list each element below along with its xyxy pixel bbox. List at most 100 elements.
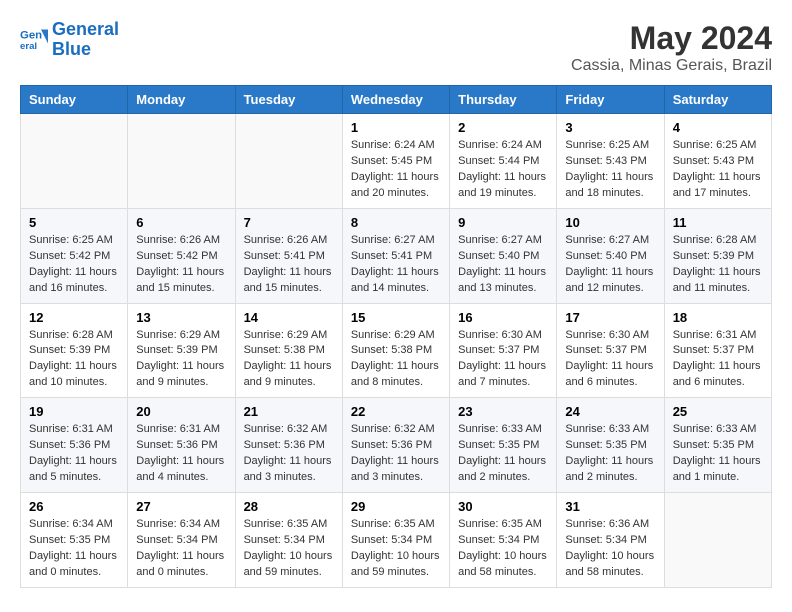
calendar-cell: 14 Sunrise: 6:29 AM Sunset: 5:38 PM Dayli… [235,303,342,398]
day-info: Sunrise: 6:33 AM Sunset: 5:35 PM Dayligh… [458,422,548,486]
day-info: Sunrise: 6:29 AM Sunset: 5:39 PM Dayligh… [136,328,226,392]
day-number: 30 [458,499,548,514]
weekday-header: Wednesday [342,86,449,114]
calendar-cell [21,114,128,209]
calendar-cell: 7 Sunrise: 6:26 AM Sunset: 5:41 PM Daylig… [235,208,342,303]
calendar-cell: 16Sunrise: 6:30 AM Sunset: 5:37 PM Dayli… [450,303,557,398]
calendar-cell: 31Sunrise: 6:36 AM Sunset: 5:34 PM Dayli… [557,493,664,588]
day-number: 1 [351,120,441,135]
page-header: Gen eral GeneralBlue May 2024 Cassia, Mi… [20,20,772,75]
day-info: Sunrise: 6:35 AM Sunset: 5:34 PM Dayligh… [351,517,441,581]
calendar-cell: 5 Sunrise: 6:25 AM Sunset: 5:42 PM Daylig… [21,208,128,303]
calendar-cell: 30 Sunrise: 6:35 AM Sunset: 5:34 PM Dayli… [450,493,557,588]
calendar-cell: 15 Sunrise: 6:29 AM Sunset: 5:38 PM Dayli… [342,303,449,398]
day-number: 7 [244,215,334,230]
calendar-cell: 17 Sunrise: 6:30 AM Sunset: 5:37 PM Dayli… [557,303,664,398]
day-number: 8 [351,215,441,230]
day-number: 21 [244,404,334,419]
day-info: Sunrise: 6:29 AM Sunset: 5:38 PM Dayligh… [351,328,441,392]
calendar-cell: 27 Sunrise: 6:34 AM Sunset: 5:34 PM Dayli… [128,493,235,588]
calendar-cell: 29 Sunrise: 6:35 AM Sunset: 5:34 PM Dayli… [342,493,449,588]
day-number: 17 [565,310,655,325]
day-number: 27 [136,499,226,514]
day-info: Sunrise: 6:28 AM Sunset: 5:39 PM Dayligh… [29,328,119,392]
day-info: Sunrise: 6:31 AM Sunset: 5:37 PM Dayligh… [673,328,763,392]
day-number: 13 [136,310,226,325]
day-info: Sunrise: 6:30 AM Sunset: 5:37 PM Dayligh… [565,328,655,392]
weekday-header: Thursday [450,86,557,114]
day-info: Sunrise: 6:35 AM Sunset: 5:34 PM Dayligh… [244,517,334,581]
weekday-header: Sunday [21,86,128,114]
calendar-cell: 18 Sunrise: 6:31 AM Sunset: 5:37 PM Dayli… [664,303,771,398]
day-info: Sunrise: 6:28 AM Sunset: 5:39 PM Dayligh… [673,233,763,297]
day-info: Sunrise: 6:25 AM Sunset: 5:42 PM Dayligh… [29,233,119,297]
day-number: 19 [29,404,119,419]
day-info: Sunrise: 6:25 AM Sunset: 5:43 PM Dayligh… [565,138,655,202]
day-info: Sunrise: 6:35 AM Sunset: 5:34 PM Dayligh… [458,517,548,581]
day-number: 6 [136,215,226,230]
calendar-cell: 13 Sunrise: 6:29 AM Sunset: 5:39 PM Dayli… [128,303,235,398]
calendar-cell: 12 Sunrise: 6:28 AM Sunset: 5:39 PM Dayli… [21,303,128,398]
logo-text: GeneralBlue [52,20,119,60]
day-info: Sunrise: 6:30 AM Sunset: 5:37 PM Dayligh… [458,328,548,392]
calendar-cell [128,114,235,209]
day-number: 10 [565,215,655,230]
day-number: 11 [673,215,763,230]
day-number: 25 [673,404,763,419]
svg-text:eral: eral [20,41,37,52]
day-number: 3 [565,120,655,135]
day-info: Sunrise: 6:32 AM Sunset: 5:36 PM Dayligh… [351,422,441,486]
day-number: 5 [29,215,119,230]
calendar-week-row: 26Sunrise: 6:34 AM Sunset: 5:35 PM Dayli… [21,493,772,588]
day-info: Sunrise: 6:27 AM Sunset: 5:40 PM Dayligh… [458,233,548,297]
day-info: Sunrise: 6:26 AM Sunset: 5:41 PM Dayligh… [244,233,334,297]
day-number: 29 [351,499,441,514]
calendar-cell: 25 Sunrise: 6:33 AM Sunset: 5:35 PM Dayli… [664,398,771,493]
day-info: Sunrise: 6:34 AM Sunset: 5:34 PM Dayligh… [136,517,226,581]
calendar-cell: 1Sunrise: 6:24 AM Sunset: 5:45 PM Daylig… [342,114,449,209]
day-info: Sunrise: 6:34 AM Sunset: 5:35 PM Dayligh… [29,517,119,581]
day-number: 15 [351,310,441,325]
day-number: 12 [29,310,119,325]
day-info: Sunrise: 6:29 AM Sunset: 5:38 PM Dayligh… [244,328,334,392]
calendar-cell: 19 Sunrise: 6:31 AM Sunset: 5:36 PM Dayli… [21,398,128,493]
day-number: 22 [351,404,441,419]
day-info: Sunrise: 6:33 AM Sunset: 5:35 PM Dayligh… [673,422,763,486]
calendar-header-row: SundayMondayTuesdayWednesdayThursdayFrid… [21,86,772,114]
day-info: Sunrise: 6:27 AM Sunset: 5:41 PM Dayligh… [351,233,441,297]
day-number: 31 [565,499,655,514]
weekday-header: Friday [557,86,664,114]
calendar-cell: 11 Sunrise: 6:28 AM Sunset: 5:39 PM Dayli… [664,208,771,303]
month-title: May 2024 [571,20,772,57]
logo: Gen eral GeneralBlue [20,20,119,60]
day-number: 14 [244,310,334,325]
calendar-table: SundayMondayTuesdayWednesdayThursdayFrid… [20,85,772,588]
day-number: 4 [673,120,763,135]
day-number: 18 [673,310,763,325]
calendar-week-row: 5 Sunrise: 6:25 AM Sunset: 5:42 PM Daylig… [21,208,772,303]
weekday-header: Monday [128,86,235,114]
location: Cassia, Minas Gerais, Brazil [571,57,772,75]
calendar-cell: 3 Sunrise: 6:25 AM Sunset: 5:43 PM Daylig… [557,114,664,209]
day-info: Sunrise: 6:26 AM Sunset: 5:42 PM Dayligh… [136,233,226,297]
svg-text:Gen: Gen [20,29,42,41]
title-block: May 2024 Cassia, Minas Gerais, Brazil [571,20,772,75]
day-number: 2 [458,120,548,135]
day-number: 23 [458,404,548,419]
day-info: Sunrise: 6:31 AM Sunset: 5:36 PM Dayligh… [136,422,226,486]
calendar-week-row: 1Sunrise: 6:24 AM Sunset: 5:45 PM Daylig… [21,114,772,209]
calendar-cell: 22 Sunrise: 6:32 AM Sunset: 5:36 PM Dayli… [342,398,449,493]
calendar-cell [235,114,342,209]
calendar-week-row: 12 Sunrise: 6:28 AM Sunset: 5:39 PM Dayli… [21,303,772,398]
weekday-header: Saturday [664,86,771,114]
day-info: Sunrise: 6:31 AM Sunset: 5:36 PM Dayligh… [29,422,119,486]
day-info: Sunrise: 6:33 AM Sunset: 5:35 PM Dayligh… [565,422,655,486]
logo-icon: Gen eral [20,26,48,54]
day-info: Sunrise: 6:24 AM Sunset: 5:44 PM Dayligh… [458,138,548,202]
calendar-cell: 8 Sunrise: 6:27 AM Sunset: 5:41 PM Daylig… [342,208,449,303]
calendar-cell: 20 Sunrise: 6:31 AM Sunset: 5:36 PM Dayli… [128,398,235,493]
day-number: 9 [458,215,548,230]
day-number: 20 [136,404,226,419]
calendar-cell: 10Sunrise: 6:27 AM Sunset: 5:40 PM Dayli… [557,208,664,303]
calendar-cell [664,493,771,588]
